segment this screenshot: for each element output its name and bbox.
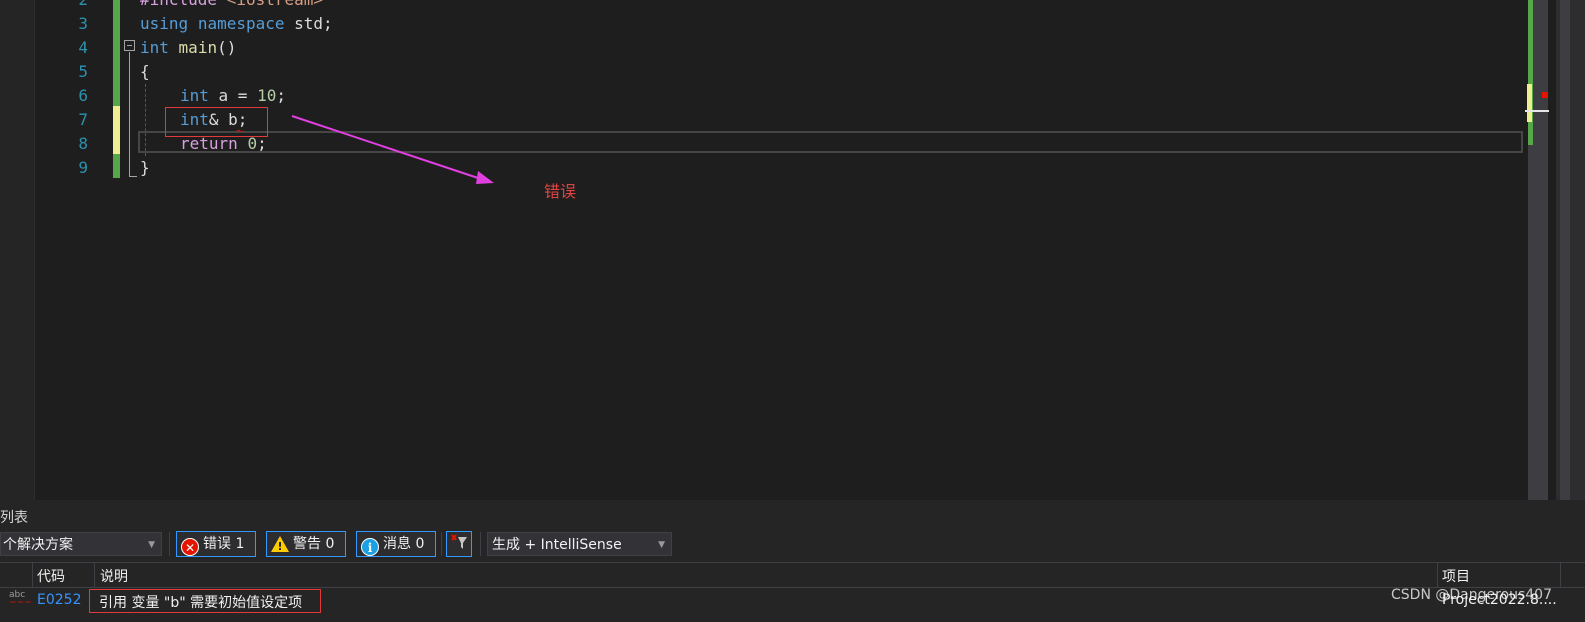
source-dropdown-value: 生成 + IntelliSense (492, 537, 622, 553)
chevron-down-icon: ▼ (148, 540, 155, 550)
warning-icon: ! (271, 536, 289, 554)
watermark: CSDN @Dangerous407 (1391, 587, 1552, 603)
secondary-scrollbar[interactable] (1556, 0, 1585, 500)
scrollbar-thumb[interactable] (1560, 0, 1570, 500)
toolbar-separator (169, 532, 170, 556)
column-divider[interactable] (1437, 562, 1438, 588)
warnings-filter-button[interactable]: ! 警告 0 (266, 531, 346, 557)
scope-dropdown-value: 个解决方案 (3, 537, 73, 553)
info-icon: i (361, 538, 379, 556)
panel-title: 列表 (0, 510, 28, 526)
annotation-arrow (291, 115, 494, 184)
errors-filter-label: 错误 1 (203, 536, 245, 552)
scrollbar-change-marker (1527, 84, 1532, 122)
column-divider[interactable] (94, 562, 95, 588)
toolbar-separator (480, 532, 481, 556)
source-dropdown[interactable]: 生成 + IntelliSense ▼ (487, 532, 672, 556)
column-divider[interactable] (32, 562, 33, 588)
column-divider[interactable] (1560, 562, 1561, 588)
scrollbar-caret-marker (1525, 110, 1549, 112)
column-header-project[interactable]: 项目 (1442, 566, 1470, 586)
error-description: 引用 变量 "b" 需要初始值设定项 (99, 595, 303, 611)
filter-icon (451, 534, 467, 549)
svg-text:!: ! (277, 540, 282, 552)
scope-dropdown[interactable]: 个解决方案 ▼ (0, 532, 162, 556)
chevron-down-icon: ▼ (658, 540, 665, 550)
scrollbar-error-marker (1542, 92, 1548, 98)
messages-filter-label: 消息 0 (383, 536, 425, 552)
warnings-filter-label: 警告 0 (293, 536, 335, 552)
code-editor[interactable]: 2 3 4 5 6 7 8 9 #include <iostream> usin… (0, 0, 1585, 500)
toolbar-separator (441, 532, 442, 556)
column-header-description[interactable]: 说明 (100, 566, 128, 586)
messages-filter-button[interactable]: i 消息 0 (356, 531, 436, 557)
error-annotation: 错误 (544, 182, 577, 201)
error-list-header (0, 562, 1585, 588)
spellcheck-error-icon: abc ~~~ (9, 590, 32, 608)
errors-filter-button[interactable]: ✕ 错误 1 (176, 531, 256, 557)
column-header-code[interactable]: 代码 (37, 566, 65, 586)
error-code-link[interactable]: E0252 (37, 592, 81, 608)
filter-button[interactable] (446, 531, 472, 557)
scrollbar-change-marker (1528, 0, 1533, 145)
error-icon: ✕ (181, 538, 199, 556)
